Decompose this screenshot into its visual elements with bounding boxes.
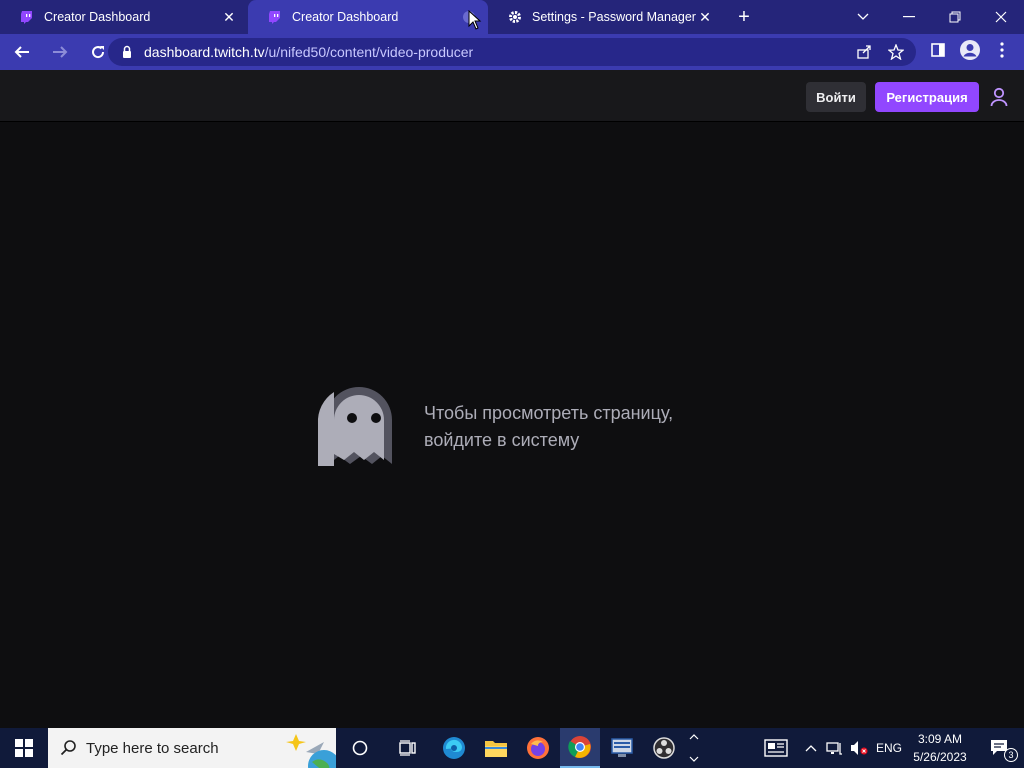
- task-view-icon[interactable]: [388, 728, 428, 768]
- close-tab-icon[interactable]: ✕: [220, 8, 238, 26]
- user-menu-icon[interactable]: [987, 84, 1011, 110]
- twitch-icon: [268, 10, 282, 24]
- login-button[interactable]: Войти: [806, 82, 866, 112]
- firefox-icon[interactable]: [518, 728, 558, 768]
- tab-title: Settings - Password Manager: [532, 10, 696, 24]
- back-arrow-icon: [14, 46, 29, 58]
- signup-button[interactable]: Регистрация: [875, 82, 979, 112]
- gear-icon: [508, 10, 522, 24]
- url-text: dashboard.twitch.tv/u/nifed50/content/vi…: [144, 44, 474, 60]
- profile-avatar-icon[interactable]: [958, 38, 982, 62]
- volume-muted-icon[interactable]: [848, 728, 870, 768]
- twitch-icon: [20, 10, 34, 24]
- taskbar-search-box[interactable]: Type here to search: [48, 728, 336, 768]
- close-window-button[interactable]: [978, 0, 1024, 34]
- cortana-icon[interactable]: [340, 728, 380, 768]
- news-widget-icon[interactable]: [756, 728, 796, 768]
- browser-tab[interactable]: Creator Dashboard ✕: [0, 0, 248, 34]
- notification-count-badge: 3: [1004, 748, 1018, 762]
- menu-kebab-icon[interactable]: [990, 38, 1014, 62]
- browser-tab-active[interactable]: Creator Dashboard: [248, 0, 488, 34]
- reload-icon: [92, 46, 105, 59]
- lock-icon: [123, 45, 131, 58]
- show-hidden-icons-chevron-icon[interactable]: [800, 728, 822, 768]
- side-panel-icon[interactable]: [926, 38, 950, 62]
- browser-tab[interactable]: Settings - Password Manager ✕: [488, 0, 724, 34]
- obs-studio-icon[interactable]: [644, 728, 684, 768]
- forward-button[interactable]: [44, 36, 76, 68]
- file-explorer-icon[interactable]: [476, 728, 516, 768]
- start-button[interactable]: [0, 728, 48, 768]
- address-bar[interactable]: dashboard.twitch.tv/u/nifed50/content/vi…: [108, 38, 916, 66]
- windows-logo-icon: [15, 739, 33, 757]
- tab-search-icon[interactable]: [840, 0, 886, 34]
- search-highlight-icon: [286, 734, 336, 768]
- restore-button[interactable]: [932, 0, 978, 34]
- search-placeholder: Type here to search: [86, 739, 219, 757]
- remote-desktop-icon[interactable]: [602, 728, 642, 768]
- chrome-icon[interactable]: [560, 728, 600, 768]
- tab-title: Creator Dashboard: [44, 10, 151, 24]
- ghost-illustration-icon: [316, 376, 402, 470]
- login-required-message: Чтобы просмотреть страницу, войдите в си…: [424, 403, 674, 450]
- tab-title: Creator Dashboard: [292, 10, 399, 24]
- main-content: Чтобы просмотреть страницу, войдите в си…: [0, 122, 1024, 728]
- notification-center-icon[interactable]: 3: [980, 728, 1020, 768]
- search-icon: [60, 740, 76, 756]
- back-button[interactable]: [6, 36, 38, 68]
- edge-browser-icon[interactable]: [434, 728, 474, 768]
- browser-tab-strip: Creator Dashboard ✕ Creator Dashboard Se…: [0, 0, 1024, 34]
- minimize-button[interactable]: [886, 0, 932, 34]
- network-icon[interactable]: [824, 728, 846, 768]
- taskbar-scroll-icon[interactable]: [684, 728, 704, 768]
- forward-arrow-icon: [53, 46, 68, 58]
- share-icon[interactable]: [852, 40, 876, 64]
- mouse-cursor-icon: [468, 10, 482, 30]
- browser-toolbar: dashboard.twitch.tv/u/nifed50/content/vi…: [0, 34, 1024, 70]
- windows-taskbar: Type here to search ENG 3:09 AM 5/26/202…: [0, 728, 1024, 768]
- bookmark-star-icon[interactable]: [884, 40, 908, 64]
- language-indicator[interactable]: ENG: [876, 741, 902, 755]
- new-tab-button[interactable]: +: [724, 0, 764, 34]
- close-tab-icon[interactable]: ✕: [696, 8, 714, 26]
- system-clock[interactable]: 3:09 AM 5/26/2023: [912, 732, 968, 764]
- site-header: Войти Регистрация: [0, 70, 1024, 122]
